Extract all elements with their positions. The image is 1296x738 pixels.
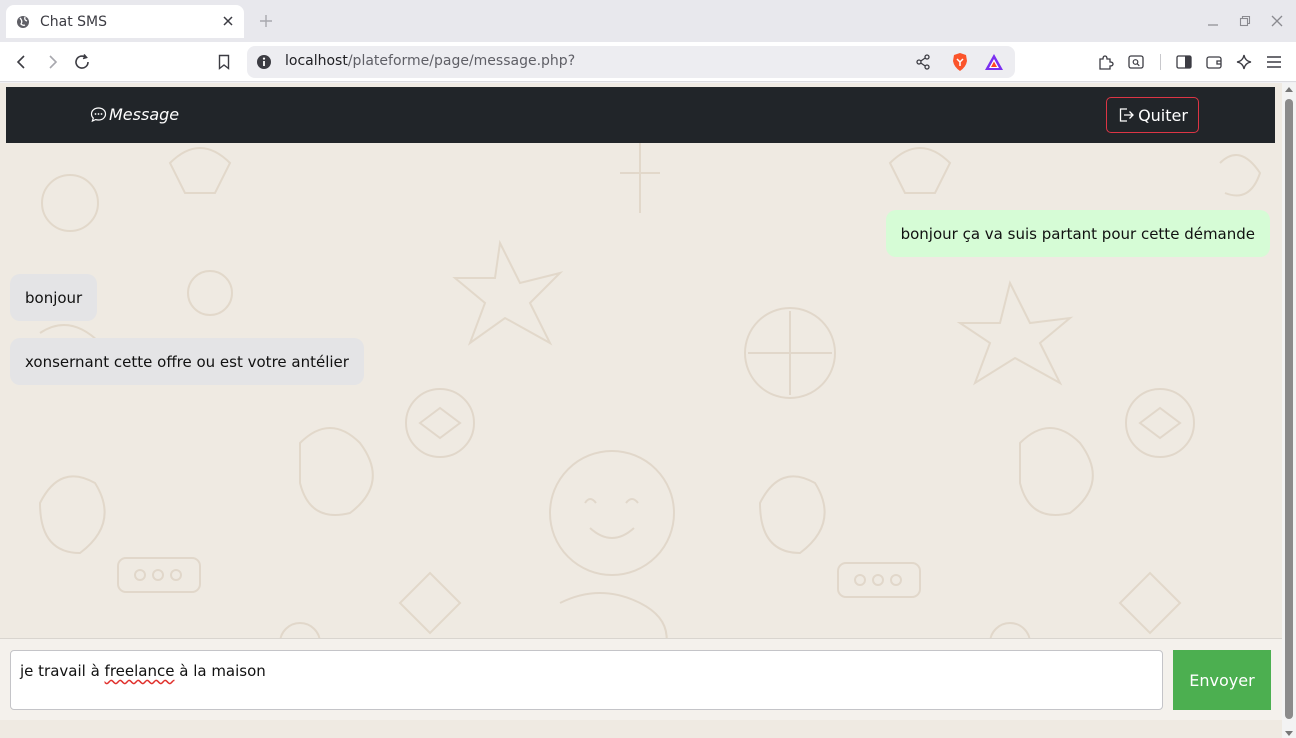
- chat-bubble-icon: [90, 106, 107, 123]
- restore-icon[interactable]: [1236, 12, 1254, 30]
- tab-search-icon[interactable]: [1125, 51, 1147, 73]
- send-button[interactable]: Envoyer: [1173, 650, 1271, 710]
- scroll-up-arrow-icon[interactable]: [1285, 87, 1293, 92]
- url-host: localhost: [285, 53, 348, 69]
- tab-title: Chat SMS: [40, 13, 108, 30]
- brave-rewards-icon[interactable]: [983, 51, 1005, 73]
- address-bar[interactable]: localhost/plateforme/page/message.php?: [247, 46, 1015, 78]
- wallet-icon[interactable]: [1203, 51, 1225, 73]
- scrollbar-thumb[interactable]: [1285, 99, 1293, 719]
- received-message: xonsernant cette offre ou est votre anté…: [10, 338, 364, 385]
- scroll-down-arrow-icon[interactable]: [1285, 731, 1293, 736]
- close-window-icon[interactable]: [1268, 12, 1286, 30]
- globe-icon: [16, 15, 30, 29]
- page-viewport: Message Quiter bonjour ça va suis partan…: [0, 83, 1282, 738]
- site-info-icon[interactable]: [256, 54, 272, 70]
- navbar-brand-label: Message: [109, 105, 180, 124]
- top-navbar: Message Quiter: [6, 87, 1275, 143]
- browser-tab[interactable]: Chat SMS: [6, 5, 244, 38]
- share-icon[interactable]: [912, 51, 934, 73]
- url-path: /plateforme/page/message.php?: [347, 53, 576, 69]
- reload-icon[interactable]: [71, 51, 93, 73]
- logout-icon: [1117, 106, 1135, 124]
- back-icon[interactable]: [11, 51, 33, 73]
- minimize-icon[interactable]: [1204, 12, 1222, 30]
- extensions-icon[interactable]: [1095, 51, 1117, 73]
- message-input-text-start: je travail à: [20, 662, 105, 680]
- brave-shield-icon[interactable]: [949, 51, 971, 73]
- received-message: bonjour: [10, 274, 98, 321]
- sent-message: bonjour ça va suis partant pour cette dé…: [885, 210, 1270, 257]
- navbar-brand[interactable]: Message: [90, 105, 179, 124]
- leo-ai-icon[interactable]: [1233, 51, 1255, 73]
- message-input-text-end: à la maison: [174, 662, 266, 680]
- spellcheck-word: freelance: [104, 662, 175, 680]
- toolbar-divider: [1160, 54, 1161, 70]
- quit-button[interactable]: Quiter: [1106, 97, 1199, 133]
- forward-icon[interactable]: [41, 51, 63, 73]
- browser-toolbar: localhost/plateforme/page/message.php?: [0, 42, 1296, 82]
- bookmark-icon[interactable]: [213, 51, 235, 73]
- message-composer: je travail à freelance à la maison Envoy…: [0, 638, 1282, 720]
- quit-button-label: Quiter: [1138, 105, 1188, 125]
- browser-tab-bar: Chat SMS: [0, 0, 1296, 42]
- message-input[interactable]: je travail à freelance à la maison: [10, 650, 1163, 710]
- sidebar-icon[interactable]: [1173, 51, 1195, 73]
- close-tab-icon[interactable]: [220, 13, 236, 29]
- new-tab-icon[interactable]: [256, 11, 276, 31]
- menu-icon[interactable]: [1263, 51, 1285, 73]
- url-text: localhost/plateforme/page/message.php?: [285, 53, 575, 69]
- page-scrollbar[interactable]: [1282, 83, 1296, 738]
